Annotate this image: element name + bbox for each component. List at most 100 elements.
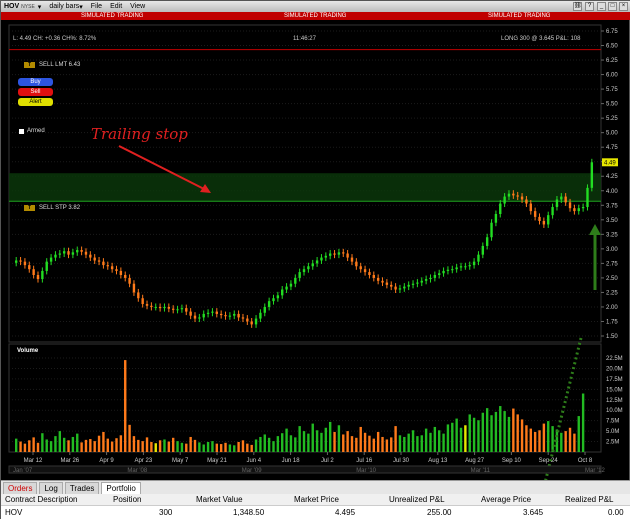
col-average-price[interactable]: Average Price [481,495,531,504]
volume-bar [202,444,205,452]
cell-market-price: 4.495 [335,508,356,517]
candle-body [158,306,162,309]
price-tick-label: 4.00 [606,189,618,195]
candle-body [328,253,332,256]
maximize-icon[interactable]: □ [608,2,617,11]
link-icon[interactable]: ⛓ [573,2,582,11]
volume-bar [110,441,114,452]
candle-body [193,315,197,319]
sell-button[interactable]: Sell [18,88,53,96]
candle-body [324,255,328,258]
volume-bar [28,440,31,452]
year-navigator [8,465,602,474]
volume-bar [481,412,485,452]
trailing-stop-zone [9,173,601,202]
col-market-value[interactable]: Market Value [196,495,243,504]
volume-bar [433,426,437,452]
chart-canvas: 6.756.506.256.005.755.505.255.004.754.50… [8,24,623,480]
tab-trades[interactable]: Trades [64,482,100,494]
col-contract[interactable]: Contract Description [5,495,77,504]
volume-bar [538,430,541,452]
volume-bar [328,421,332,452]
col-market-price[interactable]: Market Price [294,495,339,504]
alert-button[interactable]: Alert [18,98,53,106]
symbol-selector[interactable]: HOV NYSE ▾ [4,3,41,11]
price-chart[interactable]: 6.756.506.256.005.755.505.255.004.754.50… [1,20,630,480]
minimize-icon[interactable]: _ [597,2,606,11]
date-tick-label: Sep 10 [502,458,522,464]
help-icon[interactable]: ? [585,2,594,11]
volume-bar [385,439,389,452]
volume-bar [106,438,109,452]
sell-stop-order-tag[interactable]: T SELL STP 3.82 [24,205,80,211]
candle-body [23,261,27,266]
bottom-tabs: Orders Log Trades Portfolio [1,480,630,494]
volume-tick-label: 12.5M [606,398,623,404]
price-tick-label: 4.25 [606,174,618,180]
tab-orders[interactable]: Orders [3,482,38,494]
volume-bar [438,430,441,452]
volume-bar [516,414,519,452]
candle-body [485,237,489,246]
candle-body [411,283,415,285]
date-tick-label: Jul 16 [356,458,373,464]
col-realized-pnl[interactable]: Realized P&L [565,495,613,504]
volume-bar [507,416,511,452]
price-tick-label: 3.75 [606,203,618,209]
time-readout: 11:46:27 [293,36,316,42]
volume-bar [171,437,175,452]
col-unrealized-pnl[interactable]: Unrealized P&L [389,495,445,504]
date-tick-label: Jun 4 [246,458,261,464]
volume-bar [176,441,179,452]
price-tick-label: 3.00 [606,247,618,253]
candle-body [145,304,149,306]
candle-body [424,279,428,281]
volume-bar [193,439,197,452]
candle-body [241,317,245,319]
candle-body [233,313,236,316]
period-selector[interactable]: daily bars ▾ [49,3,82,11]
candle-body [433,275,437,278]
price-tick-label: 4.75 [606,145,618,151]
candle-body [211,311,214,313]
volume-bar [568,427,572,452]
candle-body [76,250,79,253]
volume-bar [346,431,349,452]
candle-body [446,269,450,271]
armed-checkbox[interactable]: Armed [19,128,45,134]
menu-edit[interactable]: Edit [110,3,122,10]
sell-limit-order-tag[interactable]: T SELL LMT 6.43 [24,62,80,68]
close-icon[interactable]: × [619,2,628,11]
menu-view[interactable]: View [130,3,145,10]
candle-body [359,266,362,270]
candle-body [490,222,493,238]
table-row[interactable]: HOV 300 1,348.50 4.495 255.00 3.645 0.00 [1,507,630,519]
volume-bar [15,438,18,452]
price-tick-label: 1.50 [606,334,618,340]
candle-body [128,277,131,284]
candle-body [372,275,375,278]
price-tick-label: 3.25 [606,232,618,238]
candle-body [49,257,53,262]
candle-body [19,260,22,262]
candle-body [106,265,109,267]
volume-bar [337,425,341,452]
volume-tick-label: 22.5M [606,356,623,362]
candle-body [294,277,297,284]
tab-portfolio[interactable]: Portfolio [101,482,141,494]
tab-log[interactable]: Log [39,482,63,494]
menu-file[interactable]: File [91,3,102,10]
candle-body [560,196,563,200]
col-position[interactable]: Position [113,495,141,504]
candle-body [512,193,515,196]
candle-body [89,254,92,258]
date-tick-label: Aug 27 [465,458,485,464]
candle-body [97,260,101,262]
buy-button[interactable]: Buy [18,78,53,86]
volume-bar [398,435,402,452]
year-tick-label: Mar '10 [356,468,376,474]
volume-bar [451,422,454,452]
candle-body [185,308,188,312]
candle-body [503,196,506,204]
portfolio-table: Contract Description Position Market Val… [1,494,630,519]
